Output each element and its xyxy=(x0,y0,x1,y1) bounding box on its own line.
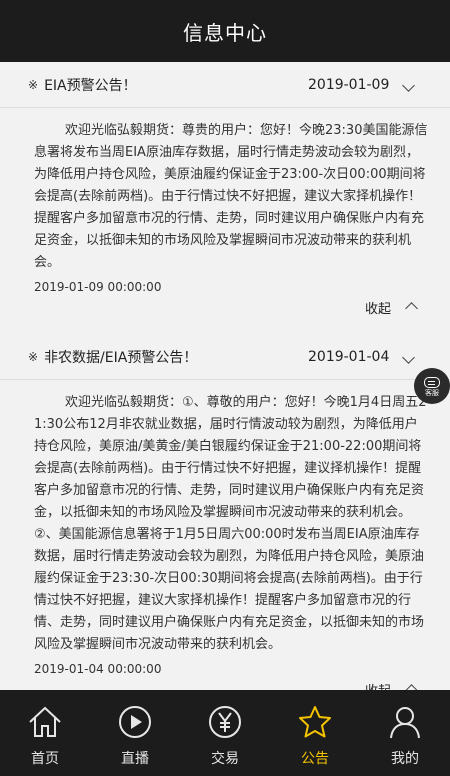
notice-body: 欢迎光临弘毅期货：尊贵的用户：您好！今晚23:30美国能源信息署将发布当周EIA… xyxy=(0,108,450,318)
tab-label: 首页 xyxy=(31,751,59,767)
page-title: 信息中心 xyxy=(183,20,267,45)
chevron-down-icon[interactable] xyxy=(402,351,415,364)
bottom-tab-bar: 首页 直播 交易 公告 我的 xyxy=(0,690,450,776)
tab-announcement[interactable]: 公告 xyxy=(270,690,360,776)
notice-list[interactable]: ※ EIA预警公告！ 2019-01-09 欢迎光临弘毅期货：尊贵的用户：您好！… xyxy=(0,62,450,690)
collapse-label: 收起 xyxy=(365,680,391,690)
tab-trade[interactable]: 交易 xyxy=(180,690,270,776)
chevron-down-icon[interactable] xyxy=(402,79,415,92)
star-icon xyxy=(299,706,331,738)
tab-mine[interactable]: 我的 xyxy=(360,690,450,776)
tab-label: 交易 xyxy=(211,751,239,767)
notice-mark: ※ xyxy=(28,77,39,92)
divider xyxy=(0,318,450,334)
user-icon xyxy=(390,707,420,739)
notice-date: 2019-01-04 xyxy=(308,348,390,365)
notice-text: 欢迎光临弘毅期货：尊贵的用户：您好！今晚23:30美国能源信息署将发布当周EIA… xyxy=(34,123,428,270)
collapse-button[interactable]: 收起 xyxy=(34,676,428,690)
chevron-up-icon[interactable] xyxy=(405,302,418,315)
home-icon xyxy=(29,706,61,737)
tab-home[interactable]: 首页 xyxy=(0,690,90,776)
tab-label: 直播 xyxy=(121,751,149,767)
play-icon xyxy=(119,706,151,738)
notice-timestamp: 2019-01-09 00:00:00 xyxy=(34,280,162,294)
notice-header[interactable]: ※ 非农数据/EIA预警公告！ 2019-01-04 xyxy=(0,334,450,380)
collapse-label: 收起 xyxy=(365,302,392,317)
tab-live[interactable]: 直播 xyxy=(90,690,180,776)
notice-title: 非农数据/EIA预警公告！ xyxy=(44,349,198,366)
tab-label: 公告 xyxy=(301,751,329,767)
notice-body: 欢迎光临弘毅期货：①、尊敬的用户：您好！今晚1月4日周五21:30公布12月非农… xyxy=(0,380,450,690)
notice-date: 2019-01-09 xyxy=(308,76,390,93)
notice-timestamp: 2019-01-04 00:00:00 xyxy=(34,662,162,676)
notice-title: EIA预警公告！ xyxy=(44,77,137,94)
customer-service-button[interactable]: 客服 xyxy=(414,368,450,404)
chat-bubble-icon xyxy=(424,376,440,388)
yen-icon xyxy=(209,706,241,738)
collapse-button[interactable]: 收起 xyxy=(34,294,428,318)
notice-item: ※ EIA预警公告！ 2019-01-09 欢迎光临弘毅期货：尊贵的用户：您好！… xyxy=(0,62,450,318)
notice-mark: ※ xyxy=(28,349,39,364)
tab-label: 我的 xyxy=(391,751,419,767)
notice-item: ※ 非农数据/EIA预警公告！ 2019-01-04 欢迎光临弘毅期货：①、尊敬… xyxy=(0,334,450,690)
notice-text: 欢迎光临弘毅期货：①、尊敬的用户：您好！今晚1月4日周五21:30公布12月非农… xyxy=(34,395,427,652)
notice-header[interactable]: ※ EIA预警公告！ 2019-01-09 xyxy=(0,62,450,108)
top-bar: 信息中心 xyxy=(0,0,450,62)
customer-service-label: 客服 xyxy=(425,388,439,397)
